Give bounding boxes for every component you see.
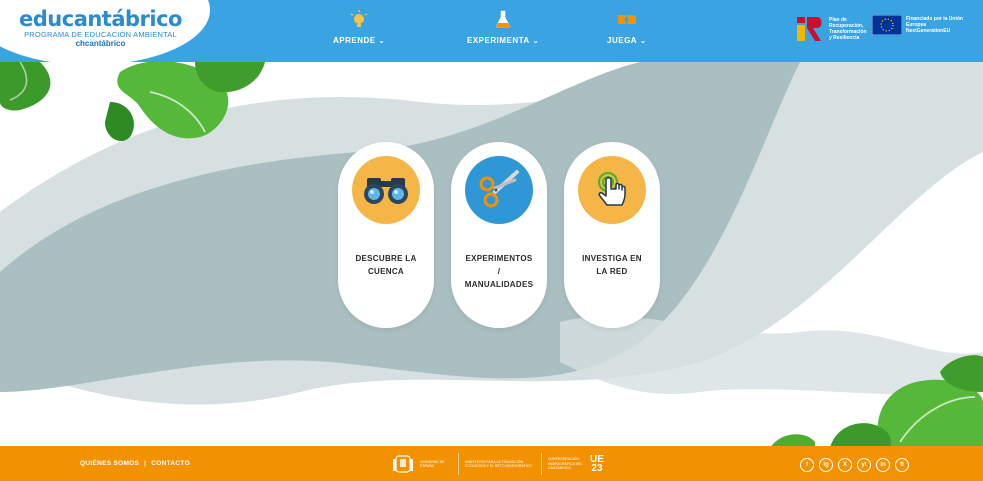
flask-icon bbox=[493, 10, 513, 30]
eu-flag-icon bbox=[872, 15, 902, 35]
linkedin-icon[interactable]: in bbox=[876, 458, 890, 472]
spain-coat-of-arms-icon bbox=[393, 455, 413, 473]
government-text: GOBIERNO DE ESPAÑA bbox=[420, 459, 445, 469]
eu-funding-text: Financiado por la Unión Europea NextGene… bbox=[906, 16, 963, 34]
footer-links: QUIÉNES SOMOS | CONTACTO bbox=[80, 460, 190, 467]
card-label: INVESTIGA EN LA RED bbox=[582, 254, 642, 276]
instagram-icon[interactable]: ig bbox=[819, 458, 833, 472]
eu-funding-logo: Financiado por la Unión Europea NextGene… bbox=[872, 15, 966, 35]
chevron-down-icon: ⌄ bbox=[640, 38, 647, 45]
scissors-icon bbox=[465, 156, 533, 224]
nav-aprende-label: APRENDE bbox=[333, 36, 376, 45]
nav-aprende[interactable]: APRENDE ⌄ bbox=[333, 10, 385, 45]
ue23-logo: UE 23 bbox=[590, 454, 604, 474]
card-experimentos-manualidades[interactable]: EXPERIMENTOS / MANUALIDADES bbox=[451, 142, 547, 328]
divider bbox=[541, 453, 542, 475]
youtube-icon[interactable]: yt bbox=[857, 458, 871, 472]
x-twitter-icon[interactable]: X bbox=[838, 458, 852, 472]
government-logos: GOBIERNO DE ESPAÑA MINISTERIO PARA LA TR… bbox=[392, 453, 604, 475]
nav-juega-label: JUEGA bbox=[607, 36, 638, 45]
chevron-down-icon: ⌄ bbox=[378, 38, 385, 45]
agency-text: CONFEDERACIÓN HIDROGRÁFICA DEL CANTÁBRIC… bbox=[548, 457, 583, 471]
nav-experimenta-label: EXPERIMENTA bbox=[467, 36, 530, 45]
recovery-plan-icon bbox=[797, 17, 822, 41]
nav-experimenta[interactable]: EXPERIMENTA ⌄ bbox=[467, 10, 539, 45]
card-investiga-red[interactable]: INVESTIGA EN LA RED bbox=[564, 142, 660, 328]
card-descubre-cuenca[interactable]: DESCUBRE LA CUENCA bbox=[338, 142, 434, 328]
logo-title: educantábrico bbox=[19, 7, 182, 31]
facebook-icon[interactable]: f bbox=[800, 458, 814, 472]
card-label: DESCUBRE LA CUENCA bbox=[355, 254, 417, 276]
flickr-icon[interactable]: fl bbox=[895, 458, 909, 472]
pointer-hand-icon bbox=[578, 156, 646, 224]
lightbulb-icon bbox=[349, 10, 369, 30]
recovery-plan-text: Plan de Recuperación, Transformación y R… bbox=[829, 17, 867, 41]
card-label: EXPERIMENTOS / MANUALIDADES bbox=[464, 254, 534, 289]
contact-link[interactable]: CONTACTO bbox=[151, 460, 190, 467]
page: educantábrico PROGRAMA DE EDUCACIÓN AMBI… bbox=[0, 0, 983, 481]
logo-subtitle: PROGRAMA DE EDUCACIÓN AMBIENTAL bbox=[24, 30, 177, 39]
divider bbox=[458, 453, 459, 475]
nav-juega[interactable]: JUEGA ⌄ bbox=[607, 10, 646, 45]
logo-org: chcantábrico bbox=[75, 39, 126, 48]
header: educantábrico PROGRAMA DE EDUCACIÓN AMBI… bbox=[0, 0, 983, 65]
footer: QUIÉNES SOMOS | CONTACTO GOBIERNO DE ESP… bbox=[0, 446, 983, 481]
recovery-plan-logo: Plan de Recuperación, Transformación y R… bbox=[795, 15, 867, 43]
puzzle-icon bbox=[616, 10, 638, 30]
site-logo[interactable]: educantábrico PROGRAMA DE EDUCACIÓN AMBI… bbox=[8, 8, 193, 49]
social-links: f ig X yt in fl bbox=[800, 458, 909, 472]
chevron-down-icon: ⌄ bbox=[532, 38, 540, 45]
binoculars-icon bbox=[352, 156, 420, 224]
ministry-text: MINISTERIO PARA LA TRANSICIÓN ECOLÓGICA … bbox=[465, 459, 532, 469]
footer-separator: | bbox=[144, 460, 147, 467]
about-link[interactable]: QUIÉNES SOMOS bbox=[80, 460, 139, 467]
